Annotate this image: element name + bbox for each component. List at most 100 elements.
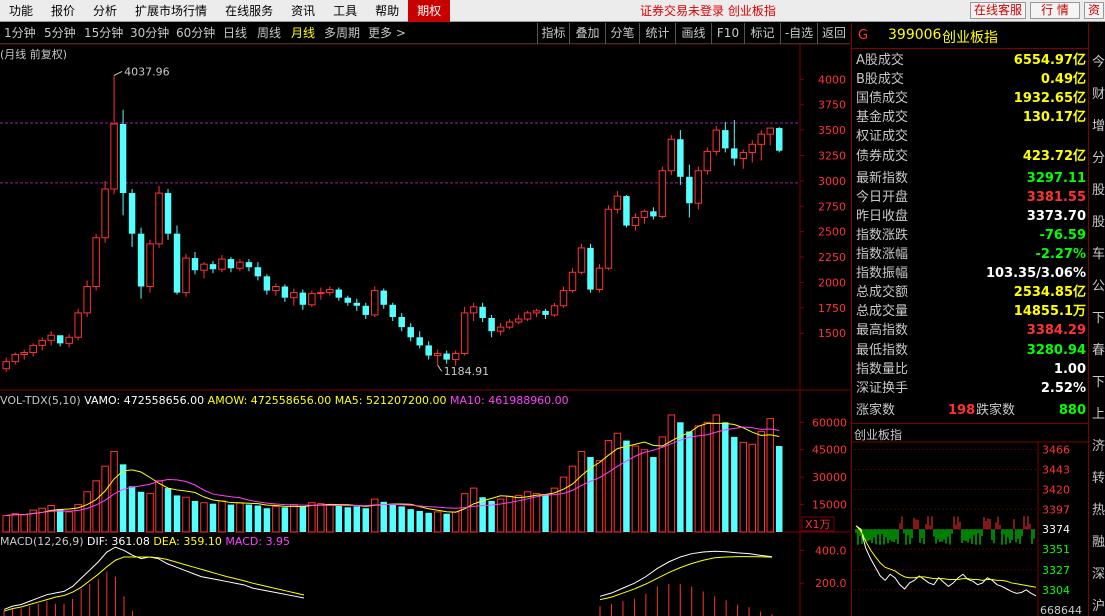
- candle-body: [335, 289, 343, 298]
- candle-body: [542, 310, 549, 315]
- quote-row: B股成交 0.49亿: [856, 70, 1088, 89]
- quote-value: 2.52%: [1040, 380, 1086, 396]
- far-right-char: 股: [1092, 215, 1105, 230]
- macd-tick-label: 200.0: [815, 577, 847, 590]
- tf-15min[interactable]: 15分钟: [84, 23, 123, 44]
- stats-button[interactable]: 统计: [639, 23, 675, 44]
- kline-chart-area[interactable]: 4000 3750 3500 3250 3000 2750 2500 2250 2000 1750…: [0, 44, 850, 616]
- price-tick-label: 2750: [818, 200, 846, 213]
- mini-tick-label: 3397: [1042, 503, 1070, 516]
- menu-options[interactable]: 期权: [408, 0, 451, 22]
- candle-body: [227, 259, 235, 269]
- menu-extended-market[interactable]: 扩展市场行情: [126, 0, 216, 22]
- menu-quote[interactable]: 报价: [42, 0, 84, 22]
- volume-tick-label: 30000: [812, 471, 847, 484]
- candle-body: [757, 133, 765, 145]
- quote-value: 14855.1万: [1013, 304, 1086, 320]
- mini-tick-label: 3374: [1042, 523, 1070, 536]
- volume-bar: [227, 504, 235, 532]
- candle-body: [110, 123, 118, 190]
- tf-month[interactable]: 月线: [291, 23, 315, 44]
- candle-body: [236, 261, 244, 269]
- candle-body: [164, 193, 172, 234]
- candle-body: [272, 286, 280, 292]
- quote-label: 总成交额: [856, 285, 909, 301]
- candle-body: [443, 353, 450, 360]
- far-right-char: 今: [1092, 55, 1105, 70]
- candle-body: [640, 210, 649, 218]
- candle-body: [577, 247, 586, 273]
- menu-online-service[interactable]: 在线服务: [216, 0, 282, 22]
- volume-bar: [568, 465, 577, 533]
- volume-bar: [479, 497, 486, 532]
- candle-body: [776, 128, 783, 151]
- tf-30min[interactable]: 30分钟: [130, 23, 169, 44]
- mark-button[interactable]: 标记: [744, 23, 780, 44]
- login-notice[interactable]: 证券交易未登录 创业板指: [640, 0, 776, 22]
- menu-tools[interactable]: 工具: [324, 0, 366, 22]
- far-right-char: 深: [1092, 567, 1105, 582]
- volume-bar: [164, 488, 172, 532]
- watchlist-button[interactable]: -自选: [780, 23, 817, 44]
- quote-value: -2.27%: [1035, 247, 1087, 262]
- info-button[interactable]: 资: [1084, 2, 1104, 19]
- candle-body: [254, 267, 262, 277]
- far-right-char: 下: [1092, 311, 1105, 326]
- tf-more[interactable]: 更多 >: [368, 23, 406, 44]
- volume-bar: [200, 502, 208, 533]
- quote-row: 今日开盘 3381.55: [856, 188, 1088, 207]
- volume-legend-0: VAMO: 472558656.00: [84, 394, 205, 407]
- volume-bar: [532, 493, 541, 533]
- volume-bar: [119, 464, 127, 532]
- quote-value: -76.59: [1039, 227, 1086, 243]
- volume-bar: [299, 506, 307, 532]
- candle-body: [353, 302, 361, 306]
- quote-label: 基金成交: [856, 110, 909, 126]
- tf-1min[interactable]: 1分钟: [4, 23, 36, 44]
- tf-60min[interactable]: 60分钟: [176, 23, 215, 44]
- menu-news[interactable]: 资讯: [282, 0, 324, 22]
- quote-label: 指数振幅: [856, 266, 909, 282]
- menu-analysis[interactable]: 分析: [84, 0, 126, 22]
- back-button[interactable]: 返回: [817, 23, 850, 44]
- draw-button[interactable]: 画线: [675, 23, 711, 44]
- far-right-char: 财: [1092, 87, 1105, 102]
- volume-bar: [677, 422, 684, 532]
- mini-tick-label: 3304: [1042, 584, 1070, 597]
- quote-row: 指数量比 1.00: [856, 360, 1088, 379]
- candle-body: [514, 318, 523, 323]
- candle-body: [658, 170, 667, 217]
- f10-button[interactable]: F10: [711, 23, 744, 44]
- candle-body: [344, 297, 352, 303]
- volume-bar: [371, 498, 379, 533]
- indicator-button[interactable]: 指标: [537, 23, 569, 44]
- quote-label: 权证成交: [856, 129, 909, 145]
- far-right-char: 股: [1092, 183, 1105, 198]
- volume-bar: [416, 510, 423, 532]
- quote-row: 基金成交 130.17亿: [856, 108, 1088, 127]
- tf-week[interactable]: 周线: [257, 23, 281, 44]
- price-tick-label: 3500: [818, 124, 846, 137]
- tf-day[interactable]: 日线: [223, 23, 247, 44]
- mini-volume-label: 668644: [1040, 604, 1082, 616]
- quote-value: 3384.29: [1026, 323, 1086, 339]
- volume-bar: [425, 512, 432, 532]
- tf-multi[interactable]: 多周期: [324, 23, 360, 44]
- candle-body: [407, 327, 414, 338]
- menu-help[interactable]: 帮助: [366, 0, 408, 22]
- tick-button[interactable]: 分笔: [605, 23, 639, 44]
- overlay-button[interactable]: 叠加: [569, 23, 605, 44]
- marker-label: G: [858, 28, 869, 43]
- online-service-button[interactable]: 在线客服: [970, 2, 1026, 19]
- volume-bar: [353, 506, 361, 532]
- market-button[interactable]: 行 情: [1030, 2, 1080, 19]
- intraday-mini-chart[interactable]: 创业板指 3466 3443 3420 3397 3374 3351 3327 3304 668…: [852, 423, 1088, 616]
- candle-body: [389, 304, 396, 317]
- candle-body: [731, 148, 738, 159]
- quote-row: 指数涨幅 -2.27%: [856, 245, 1088, 264]
- menu-function[interactable]: 功能: [0, 0, 42, 22]
- tf-5min[interactable]: 5分钟: [44, 23, 76, 44]
- volume-bar: [110, 451, 118, 533]
- macd-title: MACD(12,26,9): [0, 535, 84, 548]
- volume-bar: [11, 513, 19, 533]
